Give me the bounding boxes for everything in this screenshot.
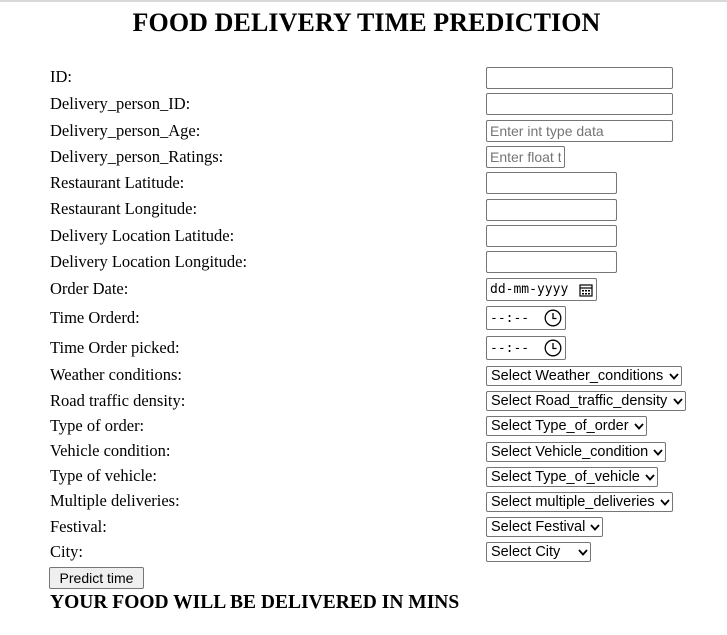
delivery-person-age-label: Delivery_person_Age:: [50, 121, 201, 140]
page-title: FOOD DELIVERY TIME PREDICTION: [132, 8, 601, 37]
delivery-location-latitude-label: Delivery Location Latitude:: [50, 226, 235, 245]
chevron-down-icon: [673, 397, 683, 405]
weather-conditions-select[interactable]: Select Weather_conditions: [486, 366, 682, 386]
delivery-location-longitude-input[interactable]: [486, 251, 617, 273]
vehicle-condition-selected: Select Vehicle_condition: [491, 444, 649, 460]
time-order-picked-input[interactable]: --:--: [486, 336, 566, 360]
time-orderd-input[interactable]: --:--: [486, 306, 566, 330]
predict-time-button[interactable]: Predict time: [49, 567, 144, 589]
road-traffic-density-select[interactable]: Select Road_traffic_density: [486, 391, 686, 411]
clock-icon[interactable]: [544, 309, 562, 327]
road-traffic-density-label: Road traffic density:: [50, 391, 186, 410]
time-orderd-label: Time Orderd:: [50, 308, 140, 327]
chevron-down-icon: [590, 523, 600, 531]
chevron-down-icon: [653, 448, 663, 456]
multiple-deliveries-selected: Select multiple_deliveries: [491, 494, 655, 510]
vehicle-condition-label: Vehicle condition:: [50, 441, 171, 460]
clock-icon[interactable]: [544, 339, 562, 357]
vehicle-condition-select[interactable]: Select Vehicle_condition: [486, 442, 666, 462]
type-of-order-label: Type of order:: [50, 416, 145, 435]
chevron-down-icon: [634, 422, 644, 430]
chevron-down-icon: [645, 473, 655, 481]
order-date-input[interactable]: dd-mm-yyyy: [486, 278, 597, 301]
order-date-placeholder: dd-mm-yyyy: [490, 282, 569, 297]
weather-conditions-label: Weather conditions:: [50, 365, 183, 384]
delivery-location-longitude-label: Delivery Location Longitude:: [50, 252, 248, 271]
city-label: City:: [50, 542, 84, 561]
order-date-label: Order Date:: [50, 279, 129, 298]
city-select[interactable]: Select City: [486, 542, 591, 562]
chevron-down-icon: [578, 548, 588, 556]
calendar-icon[interactable]: [579, 283, 593, 297]
type-of-vehicle-select[interactable]: Select Type_of_vehicle: [486, 467, 658, 487]
delivery-person-ratings-label: Delivery_person_Ratings:: [50, 147, 224, 166]
delivery-person-age-input[interactable]: [486, 120, 673, 142]
type-of-order-selected: Select Type_of_order: [491, 418, 629, 434]
delivery-person-id-input[interactable]: [486, 93, 673, 115]
delivery-person-ratings-input[interactable]: [486, 146, 565, 168]
id-input[interactable]: [486, 67, 673, 89]
chevron-down-icon: [669, 372, 679, 380]
city-selected: Select City: [491, 544, 561, 560]
delivery-location-latitude-input[interactable]: [486, 225, 617, 247]
chevron-down-icon: [660, 498, 670, 506]
time-order-picked-placeholder: --:--: [490, 340, 530, 356]
road-traffic-density-selected: Select Road_traffic_density: [491, 393, 668, 409]
id-label: ID:: [50, 67, 72, 86]
time-orderd-placeholder: --:--: [490, 310, 530, 326]
multiple-deliveries-select[interactable]: Select multiple_deliveries: [486, 492, 673, 512]
type-of-order-select[interactable]: Select Type_of_order: [486, 416, 647, 436]
time-order-picked-label: Time Order picked:: [50, 338, 180, 357]
restaurant-longitude-input[interactable]: [486, 199, 617, 221]
multiple-deliveries-label: Multiple deliveries:: [50, 491, 180, 510]
festival-select[interactable]: Select Festival: [486, 517, 603, 537]
festival-selected: Select Festival: [491, 519, 586, 535]
top-divider: [0, 0, 727, 2]
restaurant-latitude-label: Restaurant Latitude:: [50, 173, 185, 192]
type-of-vehicle-selected: Select Type_of_vehicle: [491, 469, 640, 485]
restaurant-longitude-label: Restaurant Longitude:: [50, 199, 198, 218]
weather-conditions-selected: Select Weather_conditions: [491, 368, 664, 384]
restaurant-latitude-input[interactable]: [486, 172, 617, 194]
prediction-result: YOUR FOOD WILL BE DELIVERED IN MINS: [50, 592, 460, 613]
festival-label: Festival:: [50, 517, 107, 536]
type-of-vehicle-label: Type of vehicle:: [50, 466, 157, 485]
delivery-person-id-label: Delivery_person_ID:: [50, 94, 191, 113]
